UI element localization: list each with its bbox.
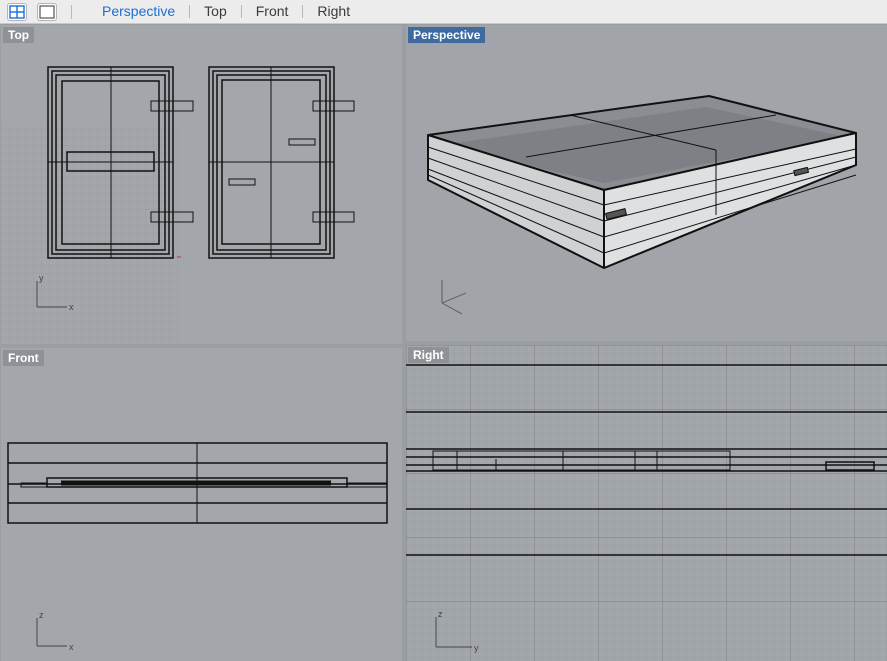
viewport-label-perspective[interactable]: Perspective xyxy=(408,27,486,43)
axis-label-x: x xyxy=(69,302,74,312)
axis-label-y: y xyxy=(39,273,44,283)
tab-right[interactable]: Right xyxy=(303,0,364,23)
perspective-model xyxy=(427,95,857,269)
four-viewports-icon xyxy=(9,4,25,19)
tab-top[interactable]: Top xyxy=(190,0,241,23)
front-model xyxy=(7,442,388,524)
viewport-toolbar: Perspective Top Front Right xyxy=(0,0,887,24)
perspective-view-canvas xyxy=(427,95,857,315)
axis-label-y: y xyxy=(474,643,479,653)
viewport-front[interactable]: z x Front xyxy=(1,348,402,661)
axis-widget xyxy=(441,280,467,315)
axis-label-z: z xyxy=(438,609,443,619)
viewport-perspective[interactable]: Perspective xyxy=(406,25,887,341)
viewport-right[interactable]: z y Right xyxy=(406,345,887,661)
right-view-canvas: z y xyxy=(406,345,887,661)
viewport-top[interactable]: y x Top xyxy=(1,25,402,344)
axis-widget: z x xyxy=(36,610,74,652)
axis-label-z: z xyxy=(39,610,44,620)
tab-perspective[interactable]: Perspective xyxy=(88,0,189,23)
viewport-label-front[interactable]: Front xyxy=(3,350,44,366)
single-viewport-icon xyxy=(39,4,55,19)
single-viewport-button[interactable] xyxy=(37,2,57,21)
toolbar-separator xyxy=(71,4,72,19)
viewport-label-right[interactable]: Right xyxy=(408,347,449,363)
front-view-canvas: z x xyxy=(7,442,388,652)
axis-label-x: x xyxy=(69,642,74,652)
tab-front[interactable]: Front xyxy=(242,0,303,23)
top-view-canvas: y x xyxy=(1,66,355,344)
top-window-right xyxy=(208,66,355,259)
four-viewports-button[interactable] xyxy=(7,2,27,21)
viewport-label-top[interactable]: Top xyxy=(3,27,35,43)
